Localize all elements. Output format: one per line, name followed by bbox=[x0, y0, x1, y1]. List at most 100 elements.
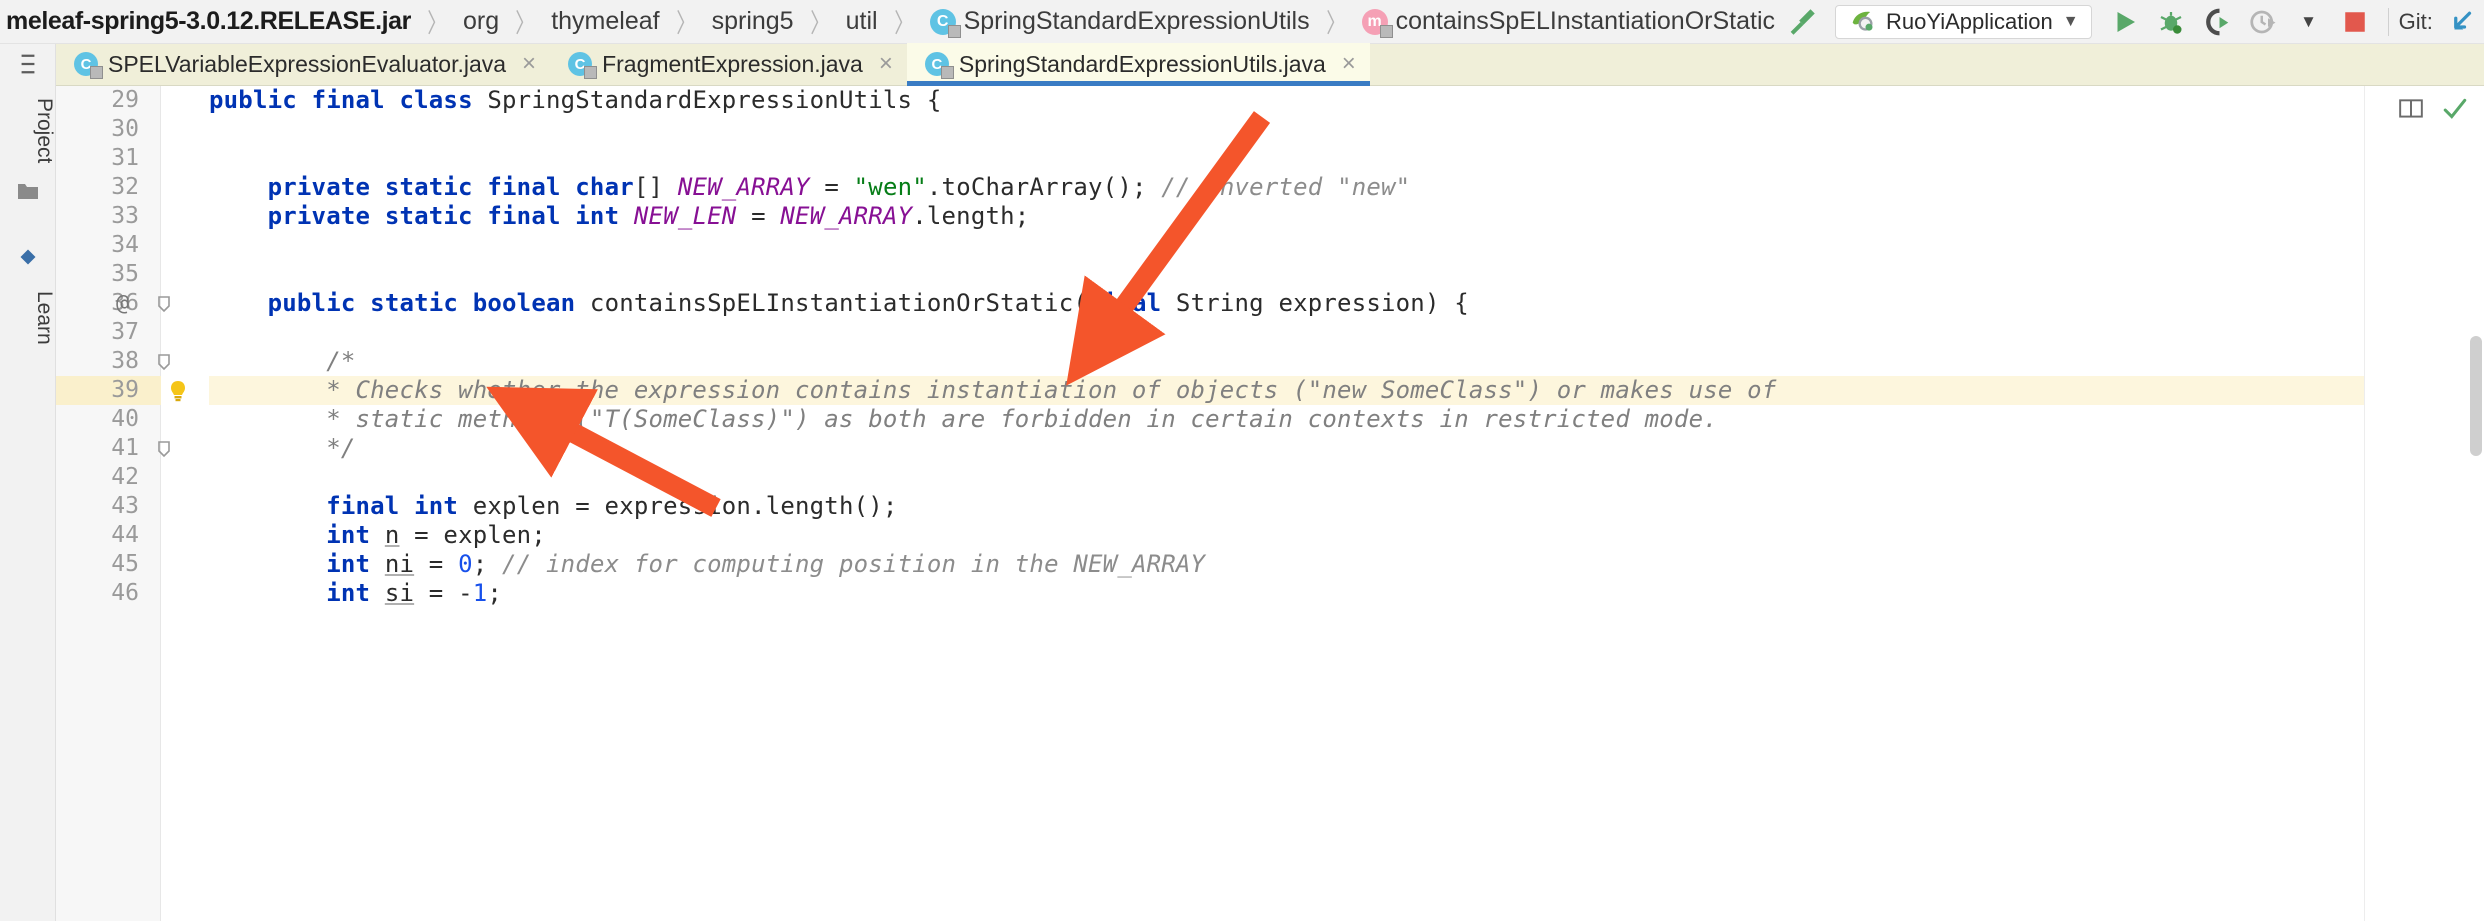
code-token: class bbox=[399, 86, 473, 114]
learn-diamond-icon[interactable] bbox=[0, 237, 56, 277]
line-number[interactable]: 31 bbox=[56, 144, 161, 173]
code-line[interactable]: 42 bbox=[111, 463, 2364, 492]
line-number[interactable]: 45 bbox=[56, 550, 161, 579]
hammer-icon[interactable] bbox=[1779, 0, 1825, 44]
line-number[interactable]: 44 bbox=[56, 521, 161, 550]
stop-button[interactable] bbox=[2332, 0, 2378, 44]
code-token: final bbox=[1088, 289, 1162, 317]
line-number[interactable]: 36 bbox=[56, 289, 161, 318]
chevron-down-icon: ▼ bbox=[2300, 11, 2317, 31]
sidebar-item-learn[interactable]: Learn bbox=[0, 291, 56, 345]
code-line[interactable]: 46 int si = -1; bbox=[111, 579, 2364, 608]
breadcrumb-item[interactable]: spring5 bbox=[708, 7, 798, 36]
line-number[interactable]: 32 bbox=[56, 173, 161, 202]
project-structure-icon[interactable] bbox=[0, 44, 56, 84]
code-content[interactable]: 29 public final class SpringStandardExpre… bbox=[56, 86, 2364, 921]
annotation-gutter[interactable] bbox=[161, 86, 209, 921]
line-number[interactable]: 40 bbox=[56, 405, 161, 434]
folder-icon[interactable] bbox=[0, 171, 56, 211]
close-icon[interactable]: × bbox=[522, 52, 536, 76]
code-token: = bbox=[736, 202, 781, 230]
sidebar-item-project[interactable]: Project bbox=[0, 98, 56, 163]
code-line[interactable]: 31 bbox=[111, 144, 2364, 173]
code-token: private bbox=[267, 202, 371, 230]
line-number[interactable]: 33 bbox=[56, 202, 161, 231]
code-line[interactable]: 45 int ni = 0; // index for computing po… bbox=[111, 550, 2364, 579]
line-number[interactable]: 37 bbox=[56, 318, 161, 347]
run-with-coverage-button[interactable] bbox=[2194, 0, 2240, 44]
breadcrumb-separator: 〉 bbox=[675, 8, 696, 38]
code-line[interactable]: 32 private static final char[] NEW_ARRAY… bbox=[111, 173, 2364, 202]
code-text: final int explen = expression.length(); bbox=[209, 492, 898, 520]
override-marker-icon[interactable]: @ bbox=[116, 289, 129, 318]
code-line[interactable]: 40 * static methods ("T(SomeClass)") as … bbox=[111, 405, 2364, 434]
code-token: NEW_ARRAY bbox=[677, 173, 810, 201]
close-icon[interactable]: × bbox=[879, 52, 893, 76]
code-editor[interactable]: 29 public final class SpringStandardExpre… bbox=[56, 86, 2484, 921]
line-number[interactable]: 39 bbox=[56, 376, 161, 405]
editor-tab[interactable]: C SPELVariableExpressionEvaluator.java × bbox=[56, 43, 550, 85]
line-number[interactable]: 46 bbox=[56, 579, 161, 608]
profiler-dropdown-icon[interactable]: ▼ bbox=[2286, 0, 2332, 44]
line-number[interactable]: 34 bbox=[56, 231, 161, 260]
fold-collapse-icon[interactable] bbox=[153, 351, 175, 373]
code-line[interactable]: 37 bbox=[111, 318, 2364, 347]
breadcrumb[interactable]: meleaf-spring5-3.0.12.RELEASE.jar 〉 org 〉 th… bbox=[0, 0, 1779, 44]
breadcrumb-item[interactable]: org bbox=[459, 7, 503, 36]
code-line[interactable]: 41 */ bbox=[111, 434, 2364, 463]
code-token: NEW_LEN bbox=[633, 202, 737, 230]
fold-collapse-icon[interactable] bbox=[153, 293, 175, 315]
fold-expand-icon[interactable] bbox=[153, 438, 175, 460]
code-token: char bbox=[575, 173, 634, 201]
code-token: int bbox=[326, 550, 371, 578]
line-number[interactable]: 30 bbox=[56, 115, 161, 144]
breadcrumb-label: thymeleaf bbox=[551, 7, 660, 35]
update-project-button[interactable] bbox=[2439, 0, 2484, 44]
line-number[interactable]: 38 bbox=[56, 347, 161, 376]
breadcrumb-item[interactable]: thymeleaf bbox=[547, 7, 663, 36]
line-number[interactable]: 41 bbox=[56, 434, 161, 463]
code-token: 1 bbox=[472, 579, 488, 607]
debug-button[interactable] bbox=[2148, 0, 2194, 44]
breadcrumb-item[interactable]: m containsSpELInstantiationOrStatic bbox=[1358, 7, 1779, 38]
close-icon[interactable]: × bbox=[1342, 52, 1356, 76]
breadcrumb-item[interactable]: util bbox=[842, 7, 882, 36]
code-line[interactable]: 44 int n = explen; bbox=[111, 521, 2364, 550]
line-number[interactable]: 35 bbox=[56, 260, 161, 289]
line-number[interactable]: 43 bbox=[56, 492, 161, 521]
profiler-button[interactable] bbox=[2240, 0, 2286, 44]
navigation-bar: meleaf-spring5-3.0.12.RELEASE.jar 〉 org 〉 th… bbox=[0, 0, 2484, 44]
code-token: final bbox=[326, 492, 400, 520]
checkmark-icon[interactable] bbox=[2440, 96, 2470, 127]
breadcrumb-item[interactable]: C SpringStandardExpressionUtils bbox=[926, 7, 1314, 38]
code-token: int bbox=[575, 202, 620, 230]
code-line[interactable]: 34 bbox=[111, 231, 2364, 260]
editor-scrollbar-thumb[interactable] bbox=[2470, 336, 2482, 456]
code-line[interactable]: 36 @ public static boolean containsSpELIn… bbox=[111, 289, 2364, 318]
code-line[interactable]: 33 private static final int NEW_LEN = NE… bbox=[111, 202, 2364, 231]
editor-right-gutter bbox=[2364, 86, 2484, 921]
code-line[interactable]: 30 bbox=[111, 115, 2364, 144]
editor-tab[interactable]: C FragmentExpression.java × bbox=[550, 43, 907, 85]
code-line[interactable]: 29 public final class SpringStandardExpre… bbox=[111, 86, 2364, 115]
intention-bulb-icon[interactable] bbox=[166, 379, 190, 403]
line-number[interactable]: 29 bbox=[56, 86, 161, 115]
code-token: SpringStandardExpressionUtils { bbox=[472, 86, 942, 114]
code-line[interactable]: 39 * Checks whether the expression conta… bbox=[56, 376, 2364, 405]
code-token: n bbox=[384, 521, 400, 549]
code-token: static bbox=[384, 173, 473, 201]
chevron-down-icon[interactable]: ▼ bbox=[2063, 13, 2079, 31]
code-line[interactable]: 43 final int explen = expression.length(… bbox=[111, 492, 2364, 521]
run-button[interactable] bbox=[2102, 0, 2148, 44]
line-number[interactable]: 42 bbox=[56, 463, 161, 492]
code-line[interactable]: 35 bbox=[111, 260, 2364, 289]
breadcrumb-item[interactable]: meleaf-spring5-3.0.12.RELEASE.jar bbox=[2, 7, 415, 36]
run-configuration-selector[interactable]: RuoYiApplication ▼ bbox=[1835, 4, 2092, 39]
spring-boot-icon bbox=[1848, 5, 1876, 39]
code-token: ; bbox=[472, 550, 503, 578]
book-icon[interactable] bbox=[2396, 96, 2426, 127]
editor-tab[interactable]: C SpringStandardExpressionUtils.java × bbox=[906, 43, 1370, 86]
code-line[interactable]: 38 /* bbox=[111, 347, 2364, 376]
